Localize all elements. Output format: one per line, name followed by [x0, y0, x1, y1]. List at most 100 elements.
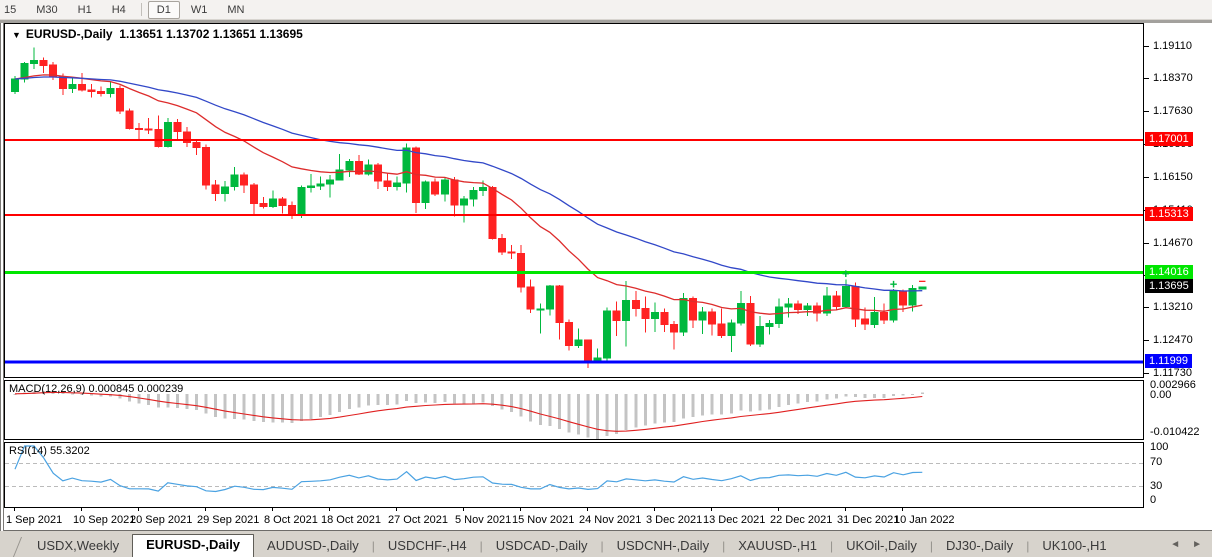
tab-usdchf-h4[interactable]: USDCHF-,H4 [375, 536, 480, 557]
price-chart-canvas[interactable]: ++– [5, 24, 1143, 377]
timeframe-button-15[interactable]: 15 [1, 1, 25, 19]
tab-dj30-daily[interactable]: DJ30-,Daily [933, 536, 1026, 557]
candle-body [193, 142, 200, 147]
candle-body [346, 162, 353, 170]
candle-body [470, 190, 477, 199]
candle-body [107, 89, 114, 94]
date-tick-mark [778, 508, 779, 511]
date-label: 27 Oct 2021 [388, 514, 448, 526]
timeframe-button-mn[interactable]: MN [218, 1, 253, 19]
price-chart-panel[interactable]: ▼EURUSD-,Daily 1.13651 1.13702 1.13651 1… [4, 23, 1144, 378]
macd-label: MACD(12,26,9) 0.000845 0.000239 [9, 383, 183, 395]
macd-histogram-bar [329, 394, 332, 415]
timeframe-button-w1[interactable]: W1 [182, 1, 217, 19]
timeframe-button-m30[interactable]: M30 [27, 1, 66, 19]
macd-panel[interactable]: MACD(12,26,9) 0.000845 0.000239 [4, 380, 1144, 440]
candle-body [661, 313, 668, 325]
macd-histogram-bar [663, 394, 666, 423]
candle-body [642, 309, 649, 319]
candle-body [374, 165, 381, 181]
current-price-label: 1.13695 [1145, 279, 1193, 293]
tab-scroll-right-icon[interactable]: ► [1192, 539, 1202, 550]
macd-histogram-bar [730, 394, 733, 414]
macd-histogram-bar [338, 394, 341, 412]
candle-body [298, 188, 305, 216]
candle-body [852, 287, 859, 319]
rsi-value: 55.3202 [50, 445, 90, 457]
timeframe-button-h4[interactable]: H4 [103, 1, 135, 19]
tab-scroll-left-icon[interactable]: ◄ [1170, 539, 1180, 550]
macd-histogram-bar [233, 394, 236, 419]
price-line-label-1.15313: 1.15313 [1145, 207, 1193, 221]
candle-body [871, 312, 878, 324]
macd-histogram-bar [634, 394, 637, 428]
macd-signal-line [15, 393, 922, 432]
tab-xauusd-h1[interactable]: XAUUSD-,H1 [725, 536, 830, 557]
candle-body [862, 319, 869, 324]
price-tick-mark [1144, 340, 1149, 341]
timeframe-button-h1[interactable]: H1 [69, 1, 101, 19]
macd-histogram-bar [357, 394, 360, 408]
tab-usdcad-daily[interactable]: USDCAD-,Daily [483, 536, 601, 557]
candle-body [480, 188, 487, 191]
macd-histogram-bar [510, 394, 513, 412]
price-tick-mark [1144, 177, 1149, 178]
candle-body [222, 187, 229, 194]
macd-histogram-bar [749, 394, 752, 412]
candle-body [900, 291, 907, 305]
macd-histogram-bar [453, 394, 456, 404]
date-label: 31 Dec 2021 [837, 514, 899, 526]
macd-histogram-bar [835, 394, 838, 399]
tab-uk100-h1[interactable]: UK100-,H1 [1029, 536, 1119, 557]
date-tick-mark [81, 508, 82, 511]
tab-usdcnh-daily[interactable]: USDCNH-,Daily [604, 536, 722, 557]
rsi-panel[interactable]: RSI(14) 55.3202 [4, 442, 1144, 508]
tab-usdx-weekly[interactable]: USDX,Weekly [24, 536, 132, 557]
macd-histogram-bar [778, 394, 781, 407]
chart-symbol-label: EURUSD-,Daily [26, 27, 113, 41]
candle-body [776, 307, 783, 323]
candle-body [164, 122, 171, 146]
candle-body [136, 129, 143, 130]
timeframe-button-d1[interactable]: D1 [148, 1, 180, 19]
mt4-terminal-window: 15M30H1H4D1W1MN ▼EURUSD-,Daily 1.13651 1… [0, 0, 1212, 557]
macd-histogram-bar [873, 394, 876, 398]
candle-body [737, 303, 744, 323]
candle-body [756, 326, 763, 344]
symbol-dropdown-icon[interactable]: ▼ [12, 30, 21, 40]
date-tick-mark [138, 508, 139, 511]
candle-body [384, 181, 391, 186]
date-label: 10 Sep 2021 [73, 514, 135, 526]
macd-histogram-bar [787, 394, 790, 405]
macd-histogram-bar [291, 394, 294, 423]
candle-body [88, 90, 95, 91]
price-axis-tick: 1.12470 [1153, 334, 1193, 346]
macd-histogram-bar [376, 394, 379, 405]
date-tick-mark [205, 508, 206, 511]
macd-histogram-bar [243, 394, 246, 420]
date-tick-mark [587, 508, 588, 511]
macd-histogram-bar [577, 394, 580, 435]
price-tick-mark [1144, 243, 1149, 244]
candle-body [833, 296, 840, 307]
candle-body [518, 253, 525, 287]
candle-body [747, 303, 754, 344]
candle-body [40, 60, 47, 65]
macd-histogram-bar [300, 394, 303, 421]
rsi-canvas[interactable] [5, 443, 1143, 507]
tab-audusd-daily[interactable]: AUDUSD-,Daily [254, 536, 372, 557]
rsi-axis: 10070300 [1144, 442, 1212, 508]
candle-body [671, 325, 678, 333]
candle-body [546, 286, 553, 309]
macd-histogram-bar [443, 394, 446, 402]
price-axis-tick: 1.17630 [1153, 105, 1193, 117]
tab-ukoil-daily[interactable]: UKOil-,Daily [833, 536, 930, 557]
toolbar-separator [141, 3, 142, 16]
tab-eurusd-daily[interactable]: EURUSD-,Daily [132, 534, 254, 557]
price-axis-tick: 1.13210 [1153, 301, 1193, 313]
date-tick-mark [272, 508, 273, 511]
macd-histogram-bar [797, 394, 800, 404]
price-axis-tick: 1.16150 [1153, 171, 1193, 183]
price-axis-tick: 1.11730 [1153, 367, 1192, 379]
candle-body [489, 188, 496, 239]
